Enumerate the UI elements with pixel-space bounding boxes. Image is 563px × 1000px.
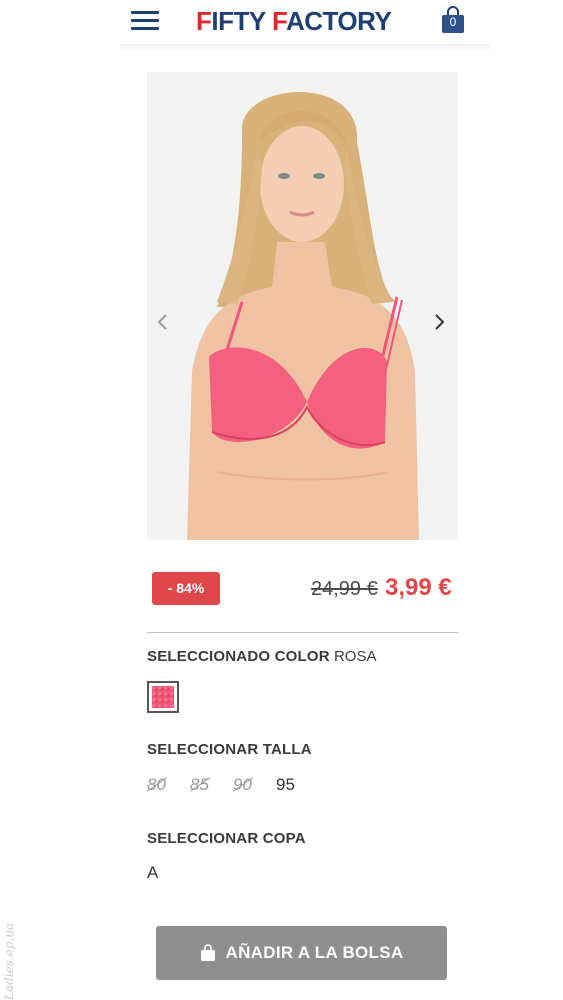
shopping-bag-icon [200, 944, 215, 961]
cup-option-a[interactable]: A [147, 863, 158, 883]
color-heading-label: SELECCIONADO COLOR [147, 648, 330, 665]
product-image[interactable] [147, 72, 458, 540]
color-heading: SELECCIONADO COLOR ROSA [147, 648, 376, 665]
original-price: 24,99 € [311, 578, 378, 600]
brand-logo[interactable]: FIFTY FACTORY [196, 4, 392, 38]
cart-count: 0 [449, 15, 457, 29]
size-option-90[interactable]: 90 [233, 775, 252, 795]
selected-color: ROSA [333, 648, 377, 665]
chevron-right-icon[interactable] [429, 310, 449, 334]
cup-heading: SELECCIONAR COPA [147, 830, 306, 847]
header-shadow [120, 44, 490, 52]
add-to-bag-button[interactable]: AÑADIR A LA BOLSA [156, 926, 447, 980]
header: FIFTY FACTORY 0 [0, 0, 563, 48]
add-to-bag-label: AÑADIR A LA BOLSA [225, 943, 404, 962]
menu-icon[interactable] [130, 8, 162, 34]
size-option-85[interactable]: 85 [190, 775, 209, 795]
discount-badge: - 84% [152, 572, 220, 605]
chevron-left-icon[interactable] [153, 310, 173, 334]
watermark: Ladies.ep.ua [2, 922, 16, 1000]
size-option-95[interactable]: 95 [276, 775, 295, 795]
size-option-80[interactable]: 80 [147, 775, 166, 795]
shopping-bag-icon[interactable]: 0 [440, 6, 466, 34]
color-swatch-rosa[interactable] [147, 681, 179, 713]
size-heading: SELECCIONAR TALLA [147, 741, 312, 758]
sale-price: 3,99 € [385, 574, 452, 601]
divider [147, 632, 458, 633]
